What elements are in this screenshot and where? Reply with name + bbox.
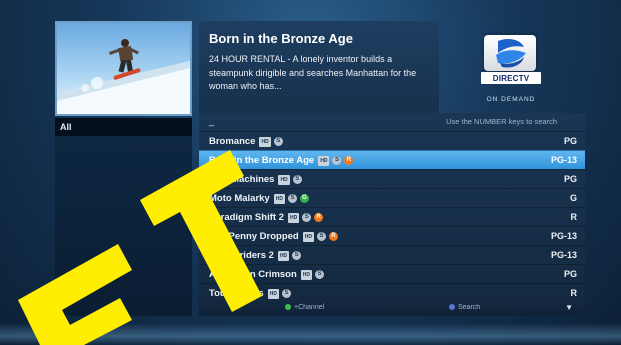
search-legend[interactable]: Search — [449, 304, 480, 311]
globe-icon — [484, 35, 536, 71]
program-row-title: Broomriders 2 — [209, 250, 274, 261]
search-input[interactable]: _ — [209, 116, 214, 126]
hd-badge-icon: HD — [259, 136, 271, 147]
program-row[interactable]: Broomriders 2 HD S PG-13 — [199, 245, 585, 264]
status-s-icon: S — [287, 194, 297, 203]
program-info-panel: Born in the Bronze Age 24 HOUR RENTAL - … — [199, 21, 439, 113]
rating-label: G — [569, 193, 577, 203]
status-s-icon: S — [316, 232, 326, 241]
program-list-panel: _ Use the NUMBER keys to search Bromance… — [199, 113, 585, 316]
chevron-down-icon[interactable]: ▼ — [565, 303, 573, 312]
program-row[interactable]: Moto Malarky HD S G G — [199, 188, 585, 207]
category-panel: All — [55, 118, 192, 316]
status-g-icon: G — [299, 194, 309, 203]
hd-badge-icon: HD — [287, 212, 300, 223]
hd-badge-icon: HD — [300, 269, 313, 280]
hd-badge-icon: HD — [318, 155, 330, 166]
hd-badge-icon: HD — [267, 288, 279, 299]
program-list: Bromance HD S PG Born in the Bronze Age HD S R P… — [199, 131, 585, 302]
search-hint: Use the NUMBER keys to search — [446, 117, 557, 126]
search-row: _ Use the NUMBER keys to search — [199, 113, 585, 131]
rating-label: PG — [563, 174, 577, 184]
brand-name: DIRECTV — [492, 74, 530, 83]
program-row[interactable]: A Study in Crimson HD S PG — [199, 264, 585, 283]
program-row-title: The Penny Dropped — [209, 231, 299, 242]
program-row[interactable]: Tough Guys HD S R — [199, 283, 585, 302]
program-thumbnail — [55, 21, 192, 116]
status-s-icon: S — [302, 213, 312, 222]
legend-bar: +Channel Search ▼ — [199, 302, 585, 316]
hd-badge-icon: HD — [277, 250, 290, 261]
program-row[interactable]: The Penny Dropped HD S R PG-13 — [199, 226, 585, 245]
search-legend-label: Search — [458, 304, 481, 311]
status-s-icon: S — [281, 289, 291, 298]
rating-label: R — [570, 288, 578, 298]
hd-badge-icon: HD — [278, 174, 290, 185]
channel-legend-label: +Channel — [294, 304, 325, 311]
rating-label: R — [570, 212, 578, 222]
program-row-title: Paradigm Shift 2 — [209, 212, 284, 223]
status-s-icon: S — [292, 175, 302, 184]
program-description: 24 HOUR RENTAL - A lonely inventor build… — [209, 54, 417, 91]
rating-label: PG-13 — [550, 250, 577, 260]
program-row-title: Fast Machines — [209, 174, 275, 185]
program-row-selected[interactable]: Born in the Bronze Age HD S R PG-13 — [199, 150, 585, 169]
status-r-icon: R — [328, 232, 338, 241]
hd-badge-icon: HD — [302, 231, 314, 242]
program-row[interactable]: Fast Machines HD S PG — [199, 169, 585, 188]
status-s-icon: S — [292, 251, 302, 260]
blue-button-icon — [449, 304, 455, 311]
rating-label: PG-13 — [550, 155, 577, 165]
category-filter-all[interactable]: All — [55, 118, 192, 136]
program-row-title: Tough Guys — [209, 288, 264, 299]
program-row-title: A Study in Crimson — [209, 269, 297, 280]
program-row-title: Moto Malarky — [209, 193, 270, 204]
bottom-glow — [0, 323, 621, 345]
program-row[interactable]: Bromance HD S PG — [199, 131, 585, 150]
program-row-title: Bromance — [209, 136, 256, 147]
green-button-icon — [285, 304, 291, 311]
program-row[interactable]: Paradigm Shift 2 HD S R R — [199, 207, 585, 226]
status-s-icon: S — [315, 270, 325, 279]
hd-badge-icon: HD — [273, 193, 285, 204]
snowboarder-image — [57, 39, 190, 114]
rating-label: PG-13 — [550, 231, 577, 241]
rating-label: PG — [563, 269, 577, 279]
brand-subtitle: ON DEMAND — [486, 96, 536, 103]
channel-legend[interactable]: +Channel — [285, 304, 324, 311]
rating-label: PG — [563, 136, 577, 146]
status-s-icon: S — [332, 156, 342, 165]
program-title: Born in the Bronze Age — [209, 31, 353, 46]
status-s-icon: S — [273, 137, 283, 146]
directv-logo: DIRECTV ON DEMAND — [463, 21, 583, 109]
status-r-icon: R — [314, 213, 324, 222]
directv-on-demand-screen: All Born in the Bronze Age 24 HOUR RENTA… — [0, 0, 621, 345]
program-row-title: Born in the Bronze Age — [209, 155, 315, 166]
status-r-icon: R — [344, 156, 354, 165]
